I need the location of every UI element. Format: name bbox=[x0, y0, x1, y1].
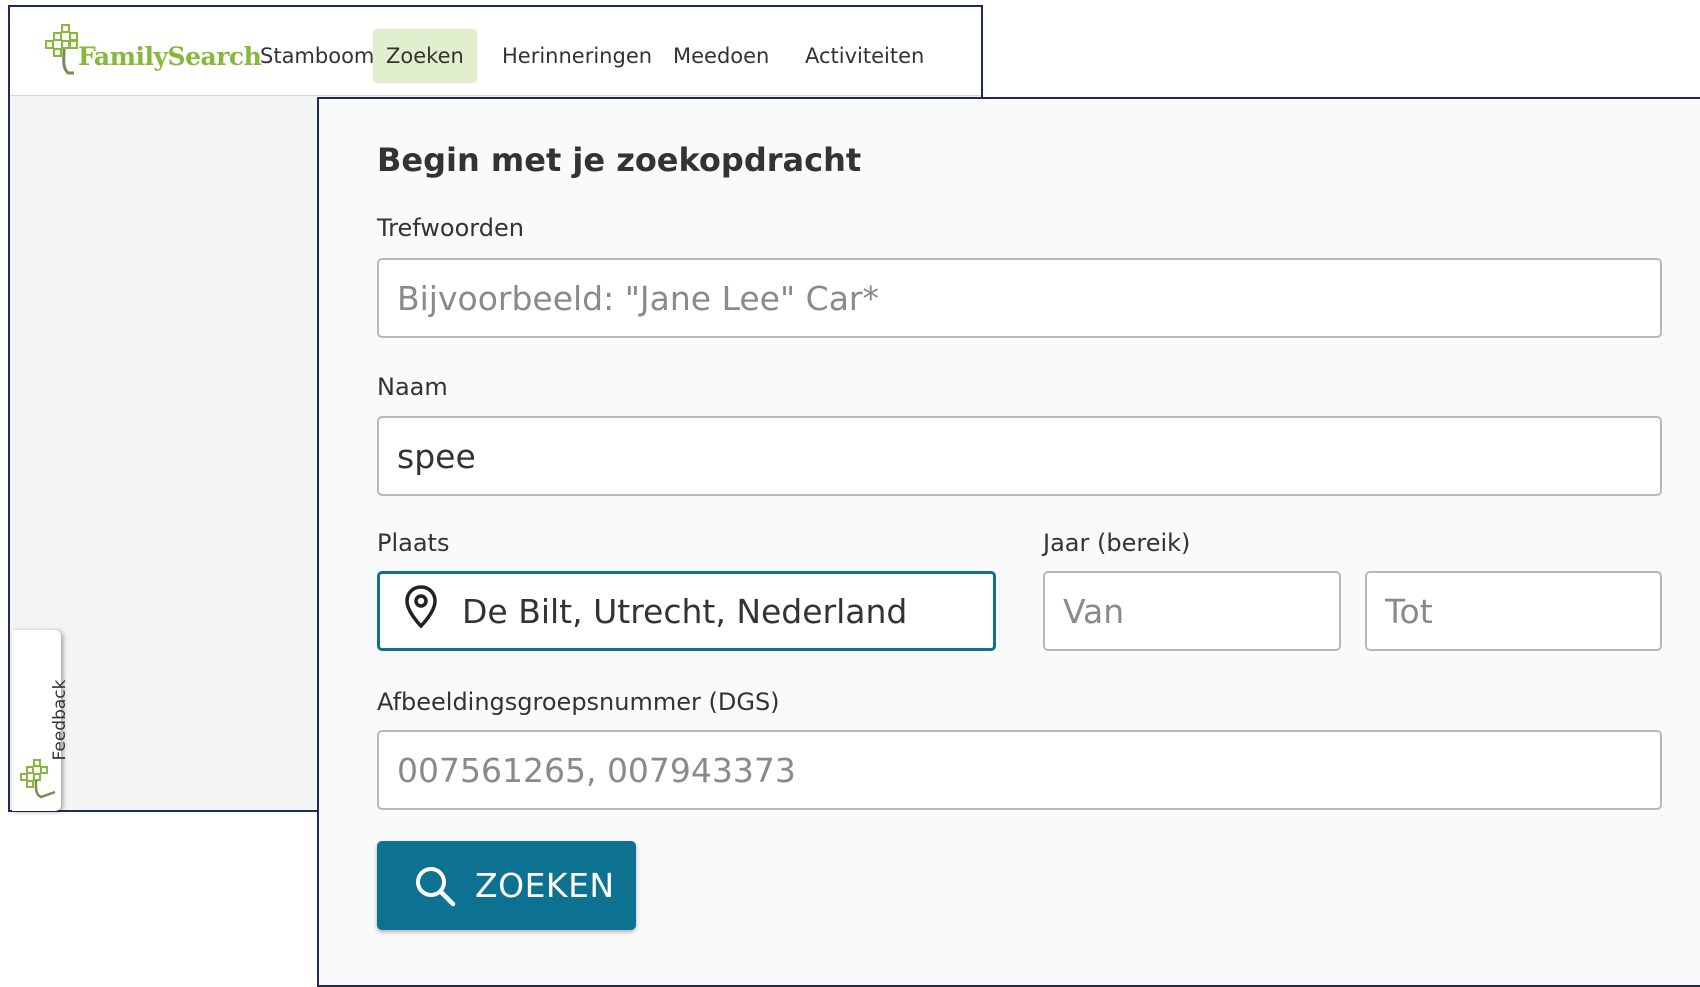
search-button[interactable]: ZOEKEN bbox=[377, 841, 636, 930]
name-input[interactable] bbox=[377, 416, 1662, 496]
nav-zoeken[interactable]: Zoeken bbox=[373, 29, 477, 83]
place-input[interactable] bbox=[377, 571, 996, 651]
search-icon bbox=[416, 866, 456, 906]
dgs-input[interactable] bbox=[377, 730, 1662, 810]
place-label: Plaats bbox=[377, 529, 450, 557]
year-range-label: Jaar (bereik) bbox=[1043, 529, 1191, 557]
dgs-label: Afbeeldingsgroepsnummer (DGS) bbox=[377, 688, 780, 716]
feedback-tab[interactable]: Feedback bbox=[12, 630, 70, 811]
name-label: Naam bbox=[377, 373, 448, 401]
family-tree-logo-icon bbox=[20, 759, 56, 799]
panel-title: Begin met je zoekopdracht bbox=[377, 141, 862, 179]
keywords-label: Trefwoorden bbox=[377, 214, 524, 242]
nav-stamboom[interactable]: Stamboom bbox=[247, 29, 387, 83]
nav-activiteiten[interactable]: Activiteiten bbox=[792, 29, 937, 83]
nav-meedoen[interactable]: Meedoen bbox=[660, 29, 782, 83]
familysearch-logo[interactable]: FamilySearch bbox=[44, 17, 262, 77]
location-pin-icon bbox=[405, 585, 437, 629]
top-navigation: FamilySearch Stamboom Zoeken Herinnering… bbox=[10, 7, 981, 96]
search-panel: Begin met je zoekopdracht Trefwoorden Na… bbox=[317, 97, 1700, 987]
logo-text: FamilySearch bbox=[78, 42, 262, 71]
feedback-label: Feedback bbox=[50, 679, 70, 761]
keywords-input[interactable] bbox=[377, 258, 1662, 338]
year-to-input[interactable] bbox=[1365, 571, 1662, 651]
search-button-label: ZOEKEN bbox=[475, 866, 615, 905]
nav-herinneringen[interactable]: Herinneringen bbox=[489, 29, 665, 83]
year-from-input[interactable] bbox=[1043, 571, 1341, 651]
